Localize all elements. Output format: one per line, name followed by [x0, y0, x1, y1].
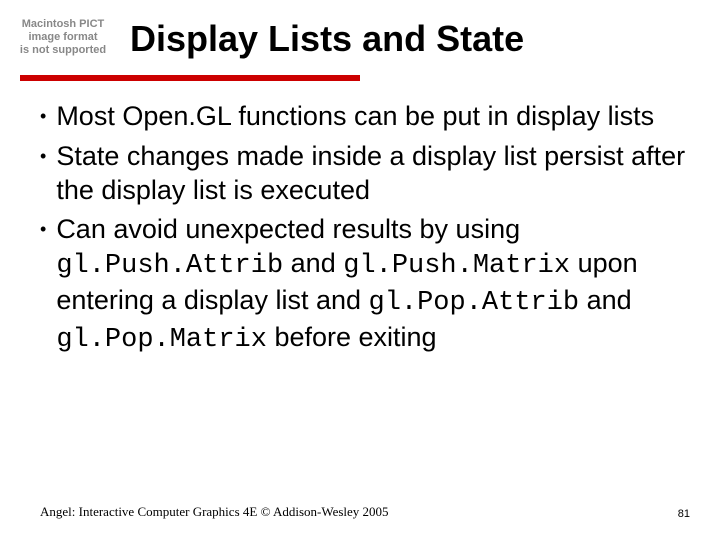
placeholder-line: is not supported [20, 44, 106, 56]
text-segment: and [579, 285, 632, 315]
code-segment: gl.Pop.Matrix [56, 325, 267, 355]
code-segment: gl.Pop.Attrib [369, 288, 580, 318]
bullet-dot-icon: • [40, 106, 46, 128]
code-segment: gl.Push.Attrib [56, 251, 283, 281]
text-segment: before exiting [267, 322, 437, 352]
bullet-dot-icon: • [40, 146, 46, 168]
slide-footer: Angel: Interactive Computer Graphics 4E … [40, 504, 389, 520]
title-underline [20, 75, 360, 81]
bullet-item-3: • Can avoid unexpected results by using … [40, 213, 690, 357]
slide-title: Display Lists and State [130, 18, 524, 60]
page-number: 81 [678, 508, 690, 520]
bullet-dot-icon: • [40, 219, 46, 241]
slide-body: • Most Open.GL functions can be put in d… [40, 100, 690, 363]
placeholder-line: image format [28, 31, 97, 43]
bullet-item-2: • State changes made inside a display li… [40, 140, 690, 208]
missing-image-placeholder: Macintosh PICT image format is not suppo… [18, 18, 108, 58]
text-segment: and [283, 248, 343, 278]
bullet-text: State changes made inside a display list… [56, 140, 690, 208]
placeholder-line: Macintosh PICT [22, 18, 105, 30]
bullet-text: Most Open.GL functions can be put in dis… [56, 100, 654, 134]
bullet-item-1: • Most Open.GL functions can be put in d… [40, 100, 690, 134]
code-segment: gl.Push.Matrix [343, 251, 570, 281]
text-segment: Can avoid unexpected results by using [56, 214, 520, 244]
bullet-text: Can avoid unexpected results by using gl… [56, 213, 690, 357]
